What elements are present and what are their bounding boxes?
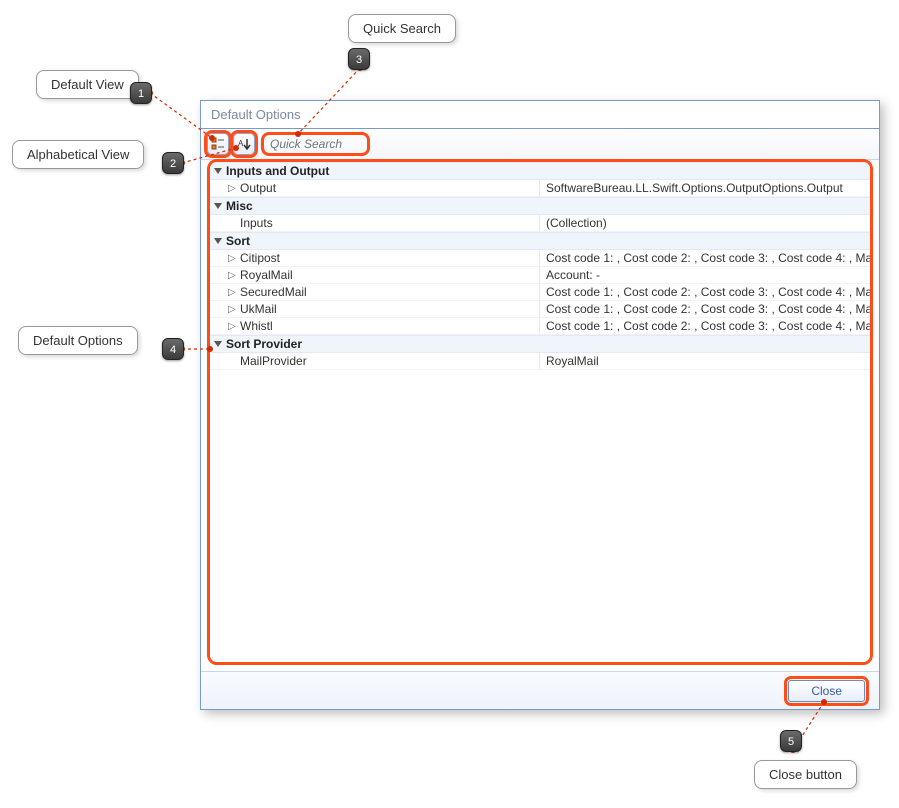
expand-icon: ▷ — [228, 304, 236, 315]
dialog-title: Default Options — [201, 101, 879, 128]
callout-default-options: Default Options — [18, 326, 138, 355]
prop-value: SoftwareBureau.LL.Swift.Options.OutputOp… — [540, 180, 870, 196]
alphabetical-view-icon: A — [237, 137, 251, 151]
expand-icon: ▷ — [228, 321, 236, 332]
callout-badge-3: 3 — [348, 48, 370, 70]
row-securedmail[interactable]: ▷ SecuredMail Cost code 1: , Cost code 2:… — [210, 284, 870, 301]
category-misc[interactable]: Misc — [210, 197, 870, 215]
categorized-view-button[interactable] — [207, 133, 229, 155]
prop-name: RoyalMail — [240, 268, 293, 282]
property-grid[interactable]: Inputs and Output ▷ Output SoftwareBureau… — [210, 162, 870, 662]
callout-close-button: Close button — [754, 760, 857, 789]
row-citipost[interactable]: ▷ Citipost Cost code 1: , Cost code 2: , … — [210, 250, 870, 267]
row-mailprovider[interactable]: MailProvider RoyalMail — [210, 353, 870, 370]
category-sort-provider[interactable]: Sort Provider — [210, 335, 870, 353]
svg-text:A: A — [238, 139, 244, 148]
prop-value: Account: - — [540, 267, 870, 283]
callout-quick-search: Quick Search — [348, 14, 456, 43]
callout-badge-1: 1 — [130, 82, 152, 104]
collapse-icon — [214, 238, 222, 244]
category-inputs-output[interactable]: Inputs and Output — [210, 162, 870, 180]
prop-value: (Collection) — [540, 215, 870, 231]
expand-icon: ▷ — [228, 183, 236, 194]
prop-name: Output — [240, 181, 276, 195]
collapse-icon — [214, 203, 222, 209]
row-output[interactable]: ▷ Output SoftwareBureau.LL.Swift.Options.… — [210, 180, 870, 197]
callout-badge-2: 2 — [162, 152, 184, 174]
callout-badge-4: 4 — [162, 338, 184, 360]
prop-value: Cost code 1: , Cost code 2: , Cost code … — [540, 318, 870, 334]
collapse-icon — [214, 168, 222, 174]
row-whistl[interactable]: ▷ Whistl Cost code 1: , Cost code 2: , Co… — [210, 318, 870, 335]
prop-value: Cost code 1: , Cost code 2: , Cost code … — [540, 284, 870, 300]
expand-icon: ▷ — [228, 287, 236, 298]
prop-name: Citipost — [240, 251, 280, 265]
alphabetical-view-button[interactable]: A — [233, 133, 255, 155]
prop-name: UkMail — [240, 302, 277, 316]
default-options-dialog: Default Options A Inputs and — [200, 100, 880, 710]
callout-default-view: Default View — [36, 70, 139, 99]
categorized-view-icon — [211, 137, 225, 151]
row-inputs[interactable]: Inputs (Collection) — [210, 215, 870, 232]
prop-value: Cost code 1: , Cost code 2: , Cost code … — [540, 250, 870, 266]
prop-name: SecuredMail — [240, 285, 307, 299]
prop-name: Inputs — [240, 216, 273, 230]
prop-name: Whistl — [240, 319, 273, 333]
row-royalmail[interactable]: ▷ RoyalMail Account: - — [210, 267, 870, 284]
prop-value: Cost code 1: , Cost code 2: , Cost code … — [540, 301, 870, 317]
quick-search-input[interactable] — [268, 135, 363, 153]
category-label: Misc — [226, 199, 253, 213]
prop-value: RoyalMail — [540, 353, 870, 369]
category-label: Inputs and Output — [226, 164, 329, 178]
prop-name: MailProvider — [240, 354, 307, 368]
toolbar: A — [201, 129, 879, 160]
expand-icon: ▷ — [228, 270, 236, 281]
expand-icon: ▷ — [228, 253, 236, 264]
callout-alphabetical-view: Alphabetical View — [12, 140, 144, 169]
collapse-icon — [214, 341, 222, 347]
row-ukmail[interactable]: ▷ UkMail Cost code 1: , Cost code 2: , Co… — [210, 301, 870, 318]
category-label: Sort — [226, 234, 250, 248]
dialog-footer: Close — [201, 671, 879, 709]
category-label: Sort Provider — [226, 337, 302, 351]
category-sort[interactable]: Sort — [210, 232, 870, 250]
callout-badge-5: 5 — [780, 730, 802, 752]
quick-search-wrap — [261, 132, 370, 156]
property-grid-highlight: Inputs and Output ▷ Output SoftwareBureau… — [207, 159, 873, 665]
close-button[interactable]: Close — [788, 680, 865, 702]
